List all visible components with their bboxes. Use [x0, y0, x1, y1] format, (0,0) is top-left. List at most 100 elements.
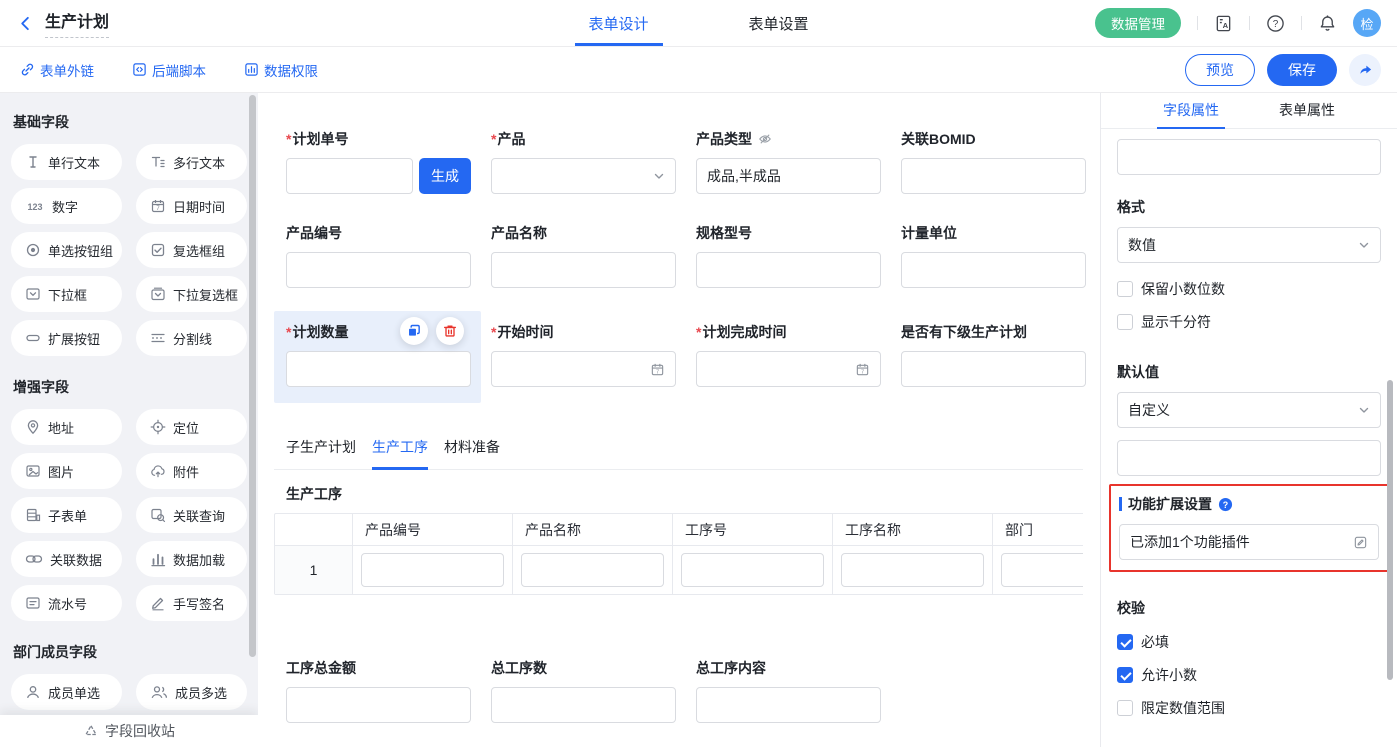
divider: [1301, 16, 1302, 30]
dropdown-icon: [25, 286, 41, 302]
field-total-count[interactable]: 总工序数: [491, 659, 676, 723]
format-select[interactable]: 数值: [1117, 227, 1381, 263]
plan-no-input[interactable]: [286, 158, 413, 194]
sidebar-item-multi-text[interactable]: 多行文本: [136, 144, 247, 180]
help-filled-icon[interactable]: [1218, 497, 1233, 512]
field-product-name[interactable]: 产品名称: [491, 224, 676, 288]
copy-field-button[interactable]: [400, 317, 428, 345]
total-content-input[interactable]: [696, 687, 881, 723]
tab-sub-production-plan[interactable]: 子生产计划: [286, 437, 356, 470]
sidebar-item-linked-query[interactable]: 关联查询: [136, 497, 247, 533]
row-index: 1: [275, 546, 353, 594]
field-finish-time[interactable]: 计划完成时间: [696, 323, 881, 403]
field-product-type[interactable]: 产品类型 成品,半成品: [696, 130, 881, 194]
field-unit[interactable]: 计量单位: [901, 224, 1086, 288]
sidebar-item-locate[interactable]: 定位: [136, 409, 247, 445]
panel-scrollbar[interactable]: [1387, 380, 1393, 680]
sidebar-item-member-multi[interactable]: 成员多选: [136, 674, 247, 710]
default-value-input[interactable]: [1117, 440, 1381, 476]
back-icon[interactable]: [18, 16, 33, 31]
checkbox-limit-range[interactable]: [1117, 700, 1133, 716]
cell-process-name-input[interactable]: [841, 553, 984, 587]
field-recycle-bin[interactable]: 字段回收站: [0, 715, 258, 747]
sidebar-item-serial-number[interactable]: 流水号: [11, 585, 122, 621]
avatar[interactable]: 检: [1353, 9, 1381, 37]
checkbox-allow-decimal[interactable]: [1117, 667, 1133, 683]
data-manage-button[interactable]: 数据管理: [1095, 8, 1181, 38]
data-permission-link[interactable]: 数据权限: [244, 60, 318, 80]
sidebar-item-number[interactable]: 数字: [11, 188, 122, 224]
checkbox-required[interactable]: [1117, 634, 1133, 650]
total-amount-input[interactable]: [286, 687, 471, 723]
sidebar-item-linked-data[interactable]: 关联数据: [11, 541, 122, 577]
sidebar-scrollbar[interactable]: [249, 95, 256, 657]
extension-plugin-field[interactable]: 已添加1个功能插件: [1119, 524, 1379, 560]
tab-form-props[interactable]: 表单属性: [1273, 93, 1341, 129]
product-name-input[interactable]: [491, 252, 676, 288]
cell-process-no-input[interactable]: [681, 553, 824, 587]
save-button[interactable]: 保存: [1267, 54, 1337, 86]
field-total-content[interactable]: 总工序内容: [696, 659, 881, 723]
divider: [1249, 16, 1250, 30]
sidebar-item-address[interactable]: 地址: [11, 409, 122, 445]
start-time-input[interactable]: [491, 351, 676, 387]
tab-field-props[interactable]: 字段属性: [1157, 93, 1225, 129]
form-external-link[interactable]: 表单外链: [20, 60, 94, 80]
field-plan-qty-selected[interactable]: 计划数量: [286, 323, 471, 403]
sidebar-item-attachment[interactable]: 附件: [136, 453, 247, 489]
sidebar-item-data-load[interactable]: 数据加载: [136, 541, 247, 577]
field-title-input[interactable]: [1117, 139, 1381, 175]
sidebar-item-radio-group[interactable]: 单选按钮组: [11, 232, 122, 268]
tab-production-process[interactable]: 生产工序: [372, 437, 428, 470]
sidebar-item-datetime[interactable]: 日期时间: [136, 188, 247, 224]
product-code-input[interactable]: [286, 252, 471, 288]
field-start-time[interactable]: 开始时间: [491, 323, 676, 403]
cell-product-name-input[interactable]: [521, 553, 664, 587]
address-book-icon[interactable]: [1214, 14, 1233, 33]
bom-id-input[interactable]: [901, 158, 1086, 194]
sidebar-item-signature[interactable]: 手写签名: [136, 585, 247, 621]
delete-field-button[interactable]: [436, 317, 464, 345]
preview-button[interactable]: 预览: [1185, 54, 1255, 86]
checkbox-thousand-sep[interactable]: [1117, 314, 1133, 330]
sidebar-item-dropdown[interactable]: 下拉框: [11, 276, 122, 312]
sidebar-item-image[interactable]: 图片: [11, 453, 122, 489]
field-product[interactable]: 产品: [491, 130, 676, 194]
tab-form-settings[interactable]: 表单设置: [735, 0, 823, 46]
default-value-select[interactable]: 自定义: [1117, 392, 1381, 428]
share-button[interactable]: [1349, 54, 1381, 86]
tab-form-design[interactable]: 表单设计: [574, 0, 662, 46]
field-bom-id[interactable]: 关联BOMID: [901, 130, 1086, 194]
product-type-input[interactable]: 成品,半成品: [696, 158, 881, 194]
sidebar-item-subform[interactable]: 子表单: [11, 497, 122, 533]
help-icon[interactable]: [1266, 14, 1285, 33]
finish-time-input[interactable]: [696, 351, 881, 387]
spec-input[interactable]: [696, 252, 881, 288]
checkbox-decimal-digits[interactable]: [1117, 281, 1133, 297]
has-sub-plan-input[interactable]: [901, 351, 1086, 387]
field-total-amount[interactable]: 工序总金额: [286, 659, 471, 723]
field-product-code[interactable]: 产品编号: [286, 224, 471, 288]
total-count-input[interactable]: [491, 687, 676, 723]
backend-script-link[interactable]: 后端脚本: [132, 60, 206, 80]
product-select[interactable]: [491, 158, 676, 194]
sidebar-item-divider[interactable]: 分割线: [136, 320, 247, 356]
generate-button[interactable]: 生成: [419, 158, 471, 194]
notification-bell-icon[interactable]: [1318, 14, 1337, 33]
field-has-sub-plan[interactable]: 是否有下级生产计划: [901, 323, 1086, 403]
sidebar-item-dropdown-multi[interactable]: 下拉复选框: [136, 276, 247, 312]
tab-material-prep[interactable]: 材料准备: [444, 437, 500, 470]
cell-department-input[interactable]: [1001, 553, 1083, 587]
cell-product-code-input[interactable]: [361, 553, 504, 587]
field-spec[interactable]: 规格型号: [696, 224, 881, 288]
unit-input[interactable]: [901, 252, 1086, 288]
link-icon: [20, 62, 35, 77]
multi-text-icon: [150, 154, 166, 170]
edit-icon[interactable]: [1353, 535, 1368, 550]
sidebar-item-checkbox-group[interactable]: 复选框组: [136, 232, 247, 268]
sidebar-item-member-single[interactable]: 成员单选: [11, 674, 122, 710]
sidebar-item-extend-button[interactable]: 扩展按钮: [11, 320, 122, 356]
plan-qty-input[interactable]: [286, 351, 471, 387]
field-plan-no[interactable]: 计划单号 生成: [286, 130, 471, 194]
sidebar-item-single-text[interactable]: 单行文本: [11, 144, 122, 180]
